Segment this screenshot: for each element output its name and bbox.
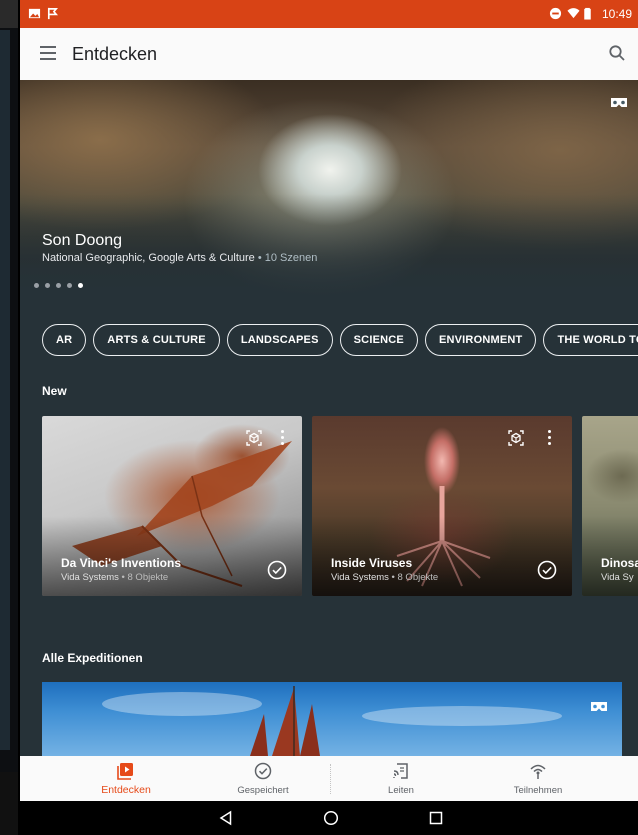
chip-arts-culture[interactable]: ARTS & CULTURE [93,324,220,356]
ar-icon [246,430,262,446]
back-icon[interactable] [218,810,234,826]
nav-tab-lead[interactable]: Leiten [331,756,471,801]
chip-world-today[interactable]: THE WORLD TODAY [543,324,638,356]
downloaded-check-icon[interactable] [537,560,557,580]
sailboat-illustration [250,686,320,756]
chip-science[interactable]: SCIENCE [339,324,418,356]
card-object-count: • 8 Objekte [388,572,439,583]
background-app-status [0,0,18,28]
hero-dot[interactable] [67,283,72,288]
hero-dot-active[interactable] [78,283,83,288]
tour-card-dinosaurs[interactable]: Dinosa Vida Sy [582,416,638,596]
explore-icon [117,763,133,780]
status-time: 10:49 [601,7,632,21]
card-object-count: • 8 Objekte [118,572,169,583]
ar-icon [508,430,524,446]
featured-hero-banner[interactable]: Son Doong National Geographic, Google Ar… [20,80,638,304]
hero-dot[interactable] [56,283,61,288]
downloaded-check-icon[interactable] [267,560,287,580]
status-bar: 10:49 [20,0,638,28]
background-app-nav [0,772,18,835]
card-subtitle: Vida Systems • 8 Objekte [61,572,168,583]
chip-ar[interactable]: AR [42,324,87,356]
card-publisher: Vida Systems [331,572,389,583]
hero-dot[interactable] [34,283,39,288]
more-options-icon[interactable] [546,430,552,446]
saved-check-icon [254,762,272,780]
system-navigation-bar [20,801,638,835]
nav-label: Entdecken [101,784,151,796]
card-subtitle: Vida Sy [601,572,634,583]
category-chips: AR ARTS & CULTURE LANDSCAPES SCIENCE ENVIRON… [42,324,638,356]
nav-label: Gespeichert [237,785,289,796]
more-options-icon[interactable] [279,430,285,446]
nav-tab-join[interactable]: Teilnehmen [468,756,608,801]
home-icon[interactable] [323,810,339,826]
card-subtitle: Vida Systems • 8 Objekte [331,572,438,583]
hero-subtitle: National Geographic, Google Arts & Cultu… [42,252,317,264]
nav-label: Leiten [388,785,414,796]
nav-label: Teilnehmen [513,785,563,796]
chip-environment[interactable]: ENVIRONMENT [424,324,537,356]
cast-lead-icon [393,763,408,779]
tour-card-viruses[interactable]: Inside Viruses Vida Systems • 8 Objekte [312,416,572,596]
nav-tab-saved[interactable]: Gespeichert [193,756,333,801]
app-bar: Entdecken [20,28,638,80]
hero-scene-count: • 10 Szenen [254,252,318,264]
search-icon[interactable] [608,44,626,62]
vr-headset-icon [591,702,607,711]
image-icon [28,8,41,19]
recents-icon[interactable] [428,810,444,826]
background-app-edge [0,0,18,835]
expedition-card-sailing[interactable] [42,682,622,756]
wifi-icon [567,8,580,19]
join-broadcast-icon [530,764,546,779]
expeditions-app-screen: 10:49 Entdecken Son Doong National Geogr… [20,0,638,835]
card-title: Da Vinci's Inventions [61,556,181,570]
menu-icon[interactable] [40,46,56,60]
card-publisher: Vida Systems [61,572,119,583]
hero-dot[interactable] [45,283,50,288]
battery-icon [584,7,591,20]
hero-pagination [34,283,83,291]
background-app-content [0,30,10,750]
tour-card-davinci[interactable]: Da Vinci's Inventions Vida Systems • 8 O… [42,416,302,596]
do-not-disturb-icon [549,7,562,20]
chip-landscapes[interactable]: LANDSCAPES [226,324,333,356]
vr-headset-icon [611,98,627,107]
section-heading-new: New [42,384,67,398]
hero-title: Son Doong [42,232,123,249]
section-heading-all-expeditions: Alle Expeditionen [42,651,143,665]
card-title: Inside Viruses [331,556,413,570]
card-title: Dinosa [601,556,638,570]
flag-icon [47,7,58,20]
page-title: Entdecken [72,44,158,64]
hero-publisher: National Geographic, Google Arts & Cultu… [42,252,255,264]
bottom-navigation: Entdecken Gespeichert Leiten Teilnehmen [20,756,638,801]
nav-tab-explore[interactable]: Entdecken [56,756,196,801]
